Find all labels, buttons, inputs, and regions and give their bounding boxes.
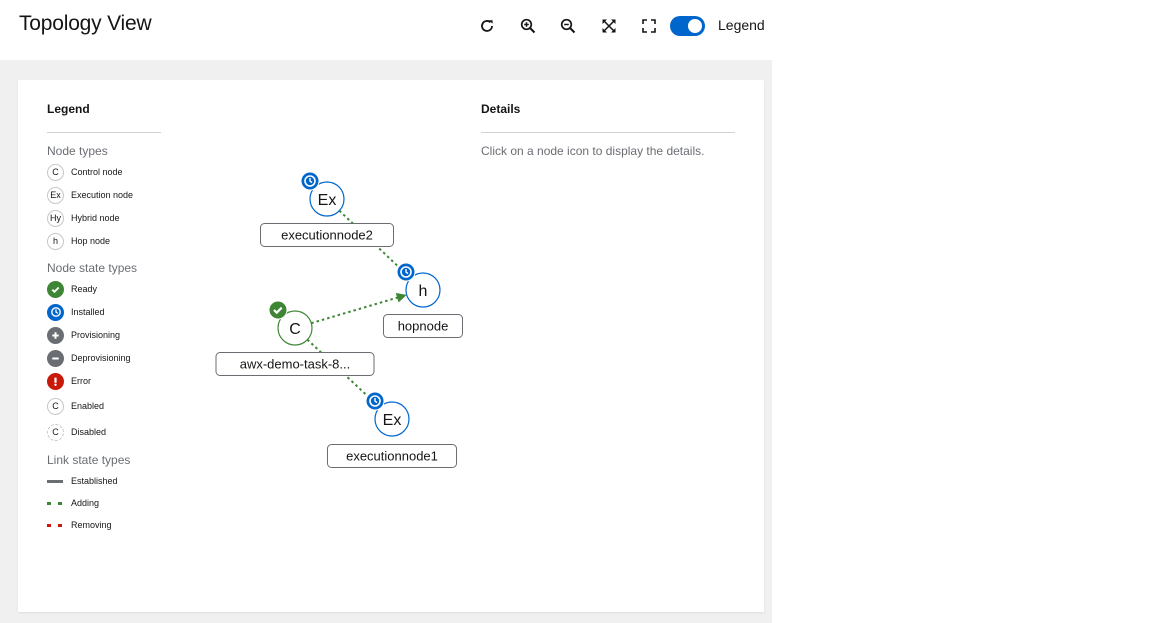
legend-toggle-label: Legend bbox=[718, 17, 765, 33]
dashed-red-link-icon bbox=[47, 524, 63, 527]
clock-icon bbox=[365, 391, 385, 411]
solid-link-icon bbox=[47, 480, 63, 483]
refresh-icon bbox=[481, 20, 493, 32]
legend-item-deprovisioning: Deprovisioning bbox=[47, 349, 131, 367]
fullscreen-button[interactable] bbox=[635, 12, 663, 40]
node-label-text: hopnode bbox=[398, 319, 449, 334]
legend-item-label: Hybrid node bbox=[71, 213, 120, 223]
legend-item-label: Adding bbox=[71, 498, 100, 508]
details-hint: Click on a node icon to display the deta… bbox=[481, 144, 705, 158]
node-label-text: awx-demo-task-8... bbox=[240, 357, 351, 372]
fit-to-screen-button[interactable] bbox=[595, 12, 623, 40]
node-types-title: Node types bbox=[47, 144, 108, 158]
legend-item-label: Enabled bbox=[71, 401, 105, 411]
details-title: Details bbox=[481, 102, 521, 116]
node-type-abbr: Ex bbox=[318, 192, 337, 209]
legend-item-provisioning: Provisioning bbox=[47, 326, 120, 344]
legend-panel: Legend Node types C Control node Ex Exec… bbox=[47, 102, 161, 530]
node-type-abbr: Ex bbox=[383, 412, 402, 429]
legend-item-label: Error bbox=[71, 376, 91, 386]
details-divider bbox=[481, 132, 735, 133]
clock-icon bbox=[47, 303, 64, 321]
minus-circle-icon bbox=[47, 349, 64, 367]
clock-icon bbox=[300, 171, 320, 191]
legend-divider bbox=[47, 132, 161, 133]
control-node-icon: C bbox=[47, 163, 64, 181]
hop-node-icon: h bbox=[47, 232, 64, 250]
topology-card: Legend Node types C Control node Ex Exec… bbox=[18, 80, 764, 612]
legend-item-hop-node: h Hop node bbox=[47, 232, 110, 250]
zoom-out-icon bbox=[560, 18, 576, 34]
node-state-types-title: Node state types bbox=[47, 261, 138, 275]
legend-item-label: Ready bbox=[71, 284, 98, 294]
legend-item-execution-node: Ex Execution node bbox=[47, 186, 133, 204]
legend-item-hybrid-node: Hy Hybrid node bbox=[47, 209, 120, 227]
legend-item-enabled: C Enabled bbox=[47, 397, 104, 415]
node-type-abbr: h bbox=[419, 283, 428, 300]
node-label-text: executionnode2 bbox=[281, 228, 373, 243]
zoom-in-button[interactable] bbox=[514, 12, 542, 40]
topology-graph[interactable]: Ex executionnode2 h hopnode Cawx-demo-task-8… bbox=[18, 80, 764, 612]
legend-item-label: Deprovisioning bbox=[71, 353, 131, 363]
details-panel: Details Click on a node icon to display … bbox=[481, 102, 735, 158]
plus-circle-icon bbox=[47, 326, 64, 344]
dashed-green-link-icon bbox=[47, 502, 63, 505]
node-label-hopnode[interactable]: hopnode bbox=[383, 314, 463, 338]
legend-item-error: Error bbox=[47, 372, 91, 390]
check-circle-icon bbox=[47, 280, 64, 298]
zoom-in-icon bbox=[520, 18, 536, 34]
legend-item-installed: Installed bbox=[47, 303, 105, 321]
node-label-executionnode1[interactable]: executionnode1 bbox=[327, 444, 457, 468]
legend-item-control-node: C Control node bbox=[47, 163, 123, 181]
toggle-knob bbox=[688, 19, 702, 33]
legend-title: Legend bbox=[47, 102, 90, 116]
legend-item-label: Disabled bbox=[71, 427, 107, 437]
legend-item-label: Hop node bbox=[71, 236, 111, 246]
legend-item-label: Provisioning bbox=[71, 330, 121, 340]
node-label-awx-demo-task[interactable]: awx-demo-task-8... bbox=[215, 352, 375, 376]
expand-arrows-icon bbox=[602, 19, 616, 33]
legend-item-label: Installed bbox=[71, 307, 105, 317]
node-executionnode2[interactable]: Ex bbox=[300, 171, 345, 217]
legend-item-label: Execution node bbox=[71, 190, 134, 200]
topology-page: Topology View Legend Legend Node types C… bbox=[0, 0, 772, 623]
page-header: Topology View Legend bbox=[0, 0, 772, 60]
legend-item-label: Established bbox=[71, 476, 118, 486]
clock-icon bbox=[396, 262, 416, 282]
disabled-node-icon: C bbox=[47, 423, 64, 441]
zoom-out-button[interactable] bbox=[554, 12, 582, 40]
legend-item-label: Control node bbox=[71, 167, 123, 177]
enabled-node-icon: C bbox=[47, 397, 64, 415]
node-label-executionnode2[interactable]: executionnode2 bbox=[260, 223, 394, 247]
page-title: Topology View bbox=[19, 12, 152, 35]
node-executionnode1[interactable]: Ex bbox=[365, 391, 410, 437]
execution-node-icon: Ex bbox=[47, 186, 64, 204]
node-label-text: executionnode1 bbox=[346, 449, 438, 464]
link-state-types-title: Link state types bbox=[47, 453, 131, 467]
legend-item-label: Removing bbox=[71, 520, 112, 530]
legend-toggle[interactable] bbox=[670, 16, 705, 36]
fullscreen-icon bbox=[642, 19, 656, 33]
exclamation-circle-icon bbox=[47, 372, 64, 390]
node-awx-demo-task[interactable]: C bbox=[268, 300, 313, 346]
legend-item-ready: Ready bbox=[47, 280, 97, 298]
node-hopnode[interactable]: h bbox=[396, 262, 441, 308]
legend-item-disabled: C Disabled bbox=[47, 423, 106, 441]
hybrid-node-icon: Hy bbox=[47, 209, 64, 227]
node-type-abbr: C bbox=[289, 321, 301, 338]
check-circle-icon bbox=[268, 300, 288, 320]
refresh-button[interactable] bbox=[473, 12, 501, 40]
